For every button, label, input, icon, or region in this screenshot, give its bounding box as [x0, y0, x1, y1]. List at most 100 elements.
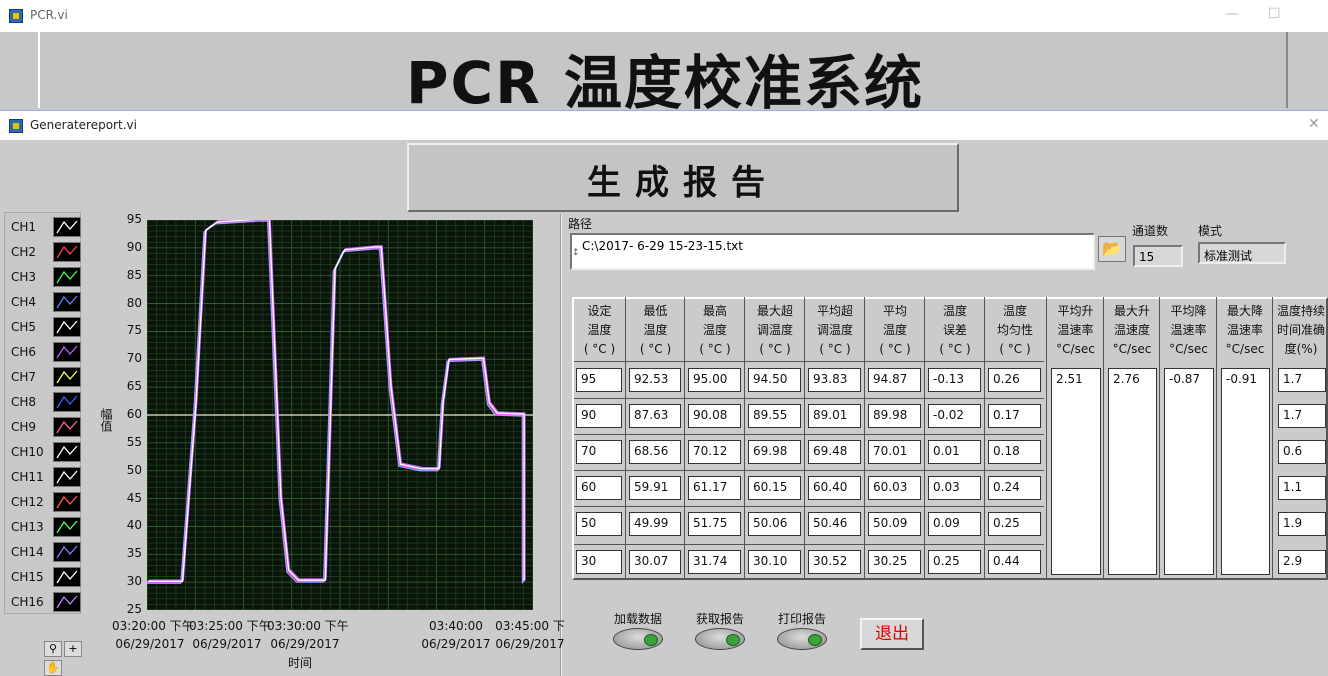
legend-label: CH4 [11, 295, 37, 309]
x-tick-date: 06/29/2017 [192, 637, 262, 651]
inner-title-bar: Generatereport.vi ✕ [0, 110, 1328, 140]
table-row-divider [574, 470, 1044, 471]
accuracy-cell: 0.6 [1278, 440, 1326, 464]
table-cell: 50.46 [808, 512, 861, 536]
column-header-line: 温度 [643, 323, 668, 337]
legend-item[interactable]: CH6 [11, 341, 81, 363]
column-header-line: 平均升 [1057, 304, 1094, 318]
table-cell: 0.03 [928, 476, 981, 500]
legend-swatch [53, 217, 81, 237]
legend-item[interactable]: CH1 [11, 216, 81, 238]
table-cell: 89.01 [808, 404, 861, 428]
column-header-line: 温度持续 [1276, 304, 1325, 318]
column-header-line: °C/sec [1112, 342, 1152, 356]
column-header-line: 度(%) [1284, 342, 1318, 356]
legend-swatch [53, 442, 81, 462]
legend-item[interactable]: CH11 [11, 466, 81, 488]
minimize-icon[interactable]: — [1225, 6, 1239, 22]
table-cell: 0.25 [988, 512, 1041, 536]
table-cell: 50.06 [748, 512, 801, 536]
exit-button[interactable]: 退出 [860, 618, 924, 650]
column-header: 设定 温度 ( °C ) [574, 302, 625, 359]
legend-item[interactable]: CH13 [11, 516, 81, 538]
x-axis-label: 时间 [288, 656, 313, 670]
column-header-line: 最高 [702, 304, 727, 318]
table-cell: 69.48 [808, 440, 861, 464]
y-tick-label: 90 [126, 239, 142, 254]
legend-label: CH5 [11, 320, 37, 334]
zoom-icon[interactable]: ⚲ [44, 641, 62, 657]
table-cell: 60.15 [748, 476, 801, 500]
column-header-line: 时间准确 [1276, 323, 1325, 337]
temperature-chart[interactable] [147, 220, 533, 610]
table-cell: 0.09 [928, 512, 981, 536]
path-indicator-icon: ↕ [572, 248, 580, 258]
table-cell: 60 [576, 476, 622, 500]
table-cell: 0.01 [928, 440, 981, 464]
y-tick-label: 95 [126, 212, 142, 226]
y-tick-label: 80 [126, 295, 142, 310]
legend-item[interactable]: CH15 [11, 566, 81, 588]
column-header: 平均 温度 ( °C ) [866, 302, 924, 359]
column-header-line: °C/sec [1056, 342, 1095, 356]
labview-app-icon [9, 119, 23, 133]
legend-item[interactable]: CH10 [11, 441, 81, 463]
y-tick-label: 70 [126, 351, 142, 366]
panel-divider [560, 214, 562, 676]
channel-legend: CH1 CH2 CH3 CH4 CH5 CH6 CH7 CH8 CH9 CH10 CH11 CH12 C… [4, 212, 81, 614]
pan-hand-icon[interactable]: ✋ [44, 660, 62, 676]
table-row-divider [574, 398, 1044, 399]
table-header-divider [574, 361, 1044, 362]
cursor-plus-icon[interactable]: + [64, 641, 82, 657]
close-icon[interactable]: ✕ [1308, 116, 1320, 132]
accuracy-cell: 1.9 [1278, 512, 1326, 536]
table-cell: -0.02 [928, 404, 981, 428]
column-header: 最大降 温速率 °C/sec [1218, 302, 1272, 359]
legend-item[interactable]: CH4 [11, 291, 81, 313]
legend-item[interactable]: CH2 [11, 241, 81, 263]
legend-label: CH7 [11, 370, 37, 384]
column-header: 平均升 温速率 °C/sec [1048, 302, 1103, 359]
column-header: 温度 均匀性 ( °C ) [986, 302, 1044, 359]
legend-item[interactable]: CH12 [11, 491, 81, 513]
x-tick-label: 03:45:00 下 06/29/2017 [492, 617, 568, 653]
print-report-label: 打印报告 [778, 612, 827, 626]
report-header: 生成报告 [407, 143, 959, 212]
legend-label: CH14 [11, 545, 44, 559]
labview-app-icon [9, 9, 23, 23]
table-cell: 90.08 [688, 404, 741, 428]
legend-label: CH9 [11, 420, 37, 434]
y-tick-label: 85 [126, 267, 142, 282]
maximize-icon[interactable]: ☐ [1268, 6, 1281, 22]
column-header-line: °C/sec [1169, 342, 1208, 356]
x-tick-label: 03:20:00 下午 06/29/2017 [112, 617, 194, 653]
column-header-line: 误差 [942, 323, 967, 337]
legend-item[interactable]: CH8 [11, 391, 81, 413]
column-header-line: ( °C ) [879, 342, 911, 356]
table-column-divider [1159, 297, 1160, 580]
folder-icon: 📂 [1102, 239, 1122, 258]
table-cell: 30.52 [808, 550, 861, 574]
browse-folder-button[interactable]: 📂 [1098, 236, 1126, 262]
legend-swatch [53, 417, 81, 437]
rate-cell: 2.51 [1051, 368, 1101, 575]
legend-swatch [53, 317, 81, 337]
legend-item[interactable]: CH7 [11, 366, 81, 388]
x-tick-time: 03:30:00 下午 [267, 619, 349, 633]
legend-item[interactable]: CH16 [11, 591, 81, 613]
path-field[interactable]: C:\2017- 6-29 15-23-15.txt [570, 233, 1095, 270]
print-report-button[interactable] [777, 628, 827, 650]
channel-count-field: 15 [1133, 245, 1183, 267]
legend-item[interactable]: CH14 [11, 541, 81, 563]
legend-item[interactable]: CH9 [11, 416, 81, 438]
legend-item[interactable]: CH3 [11, 266, 81, 288]
column-header-line: 设定 [587, 304, 612, 318]
column-header-line: ( °C ) [759, 342, 791, 356]
table-cell: -0.13 [928, 368, 981, 392]
y-tick-label: 50 [126, 462, 142, 477]
load-data-button[interactable] [613, 628, 663, 650]
get-report-button[interactable] [695, 628, 745, 650]
table-row-divider [574, 434, 1044, 435]
legend-swatch [53, 492, 81, 512]
legend-item[interactable]: CH5 [11, 316, 81, 338]
